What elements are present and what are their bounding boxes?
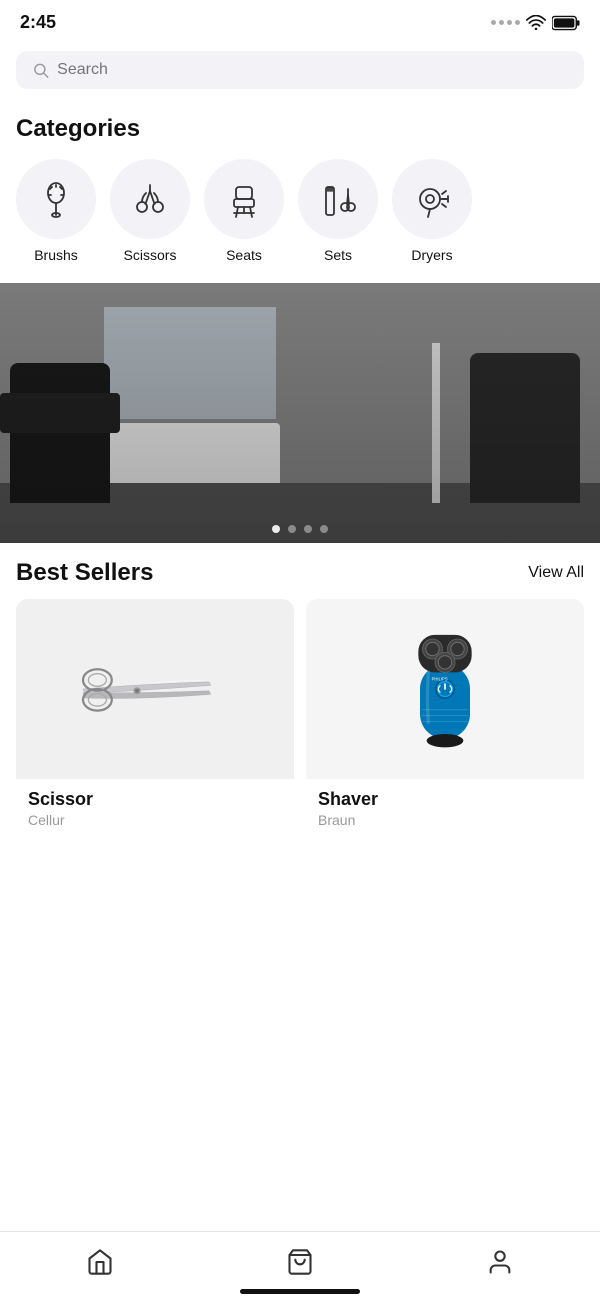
svg-text:PHILIPS: PHILIPS (432, 677, 448, 682)
home-indicator (240, 1289, 360, 1294)
category-item-sets[interactable]: Sets (298, 159, 378, 263)
wifi-icon (526, 15, 546, 31)
category-circle-seats (204, 159, 284, 239)
banner-dot-3[interactable] (304, 525, 312, 533)
best-sellers-title: Best Sellers (16, 559, 153, 587)
category-label-dryers: Dryers (411, 247, 452, 263)
category-circle-scissors (110, 159, 190, 239)
category-circle-sets (298, 159, 378, 239)
cart-icon (286, 1248, 314, 1276)
shaver-product-name: Shaver (318, 789, 572, 810)
product-card-scissor[interactable]: Scissor Cellur (16, 599, 294, 840)
search-bar[interactable] (16, 51, 584, 89)
scissor-product-brand: Cellur (28, 812, 282, 828)
search-input[interactable] (57, 61, 568, 79)
battery-icon (552, 15, 580, 31)
product-card-shaver[interactable]: PHILIPS Shaver Braun (306, 599, 584, 840)
categories-row: Brushs Scissors (0, 159, 600, 283)
scissor-product-name: Scissor (28, 789, 282, 810)
category-item-scissors[interactable]: Scissors (110, 159, 190, 263)
nav-item-home[interactable] (62, 1244, 138, 1280)
nav-item-profile[interactable] (462, 1244, 538, 1280)
banner-dot-2[interactable] (288, 525, 296, 533)
shaver-product-info: Shaver Braun (306, 779, 584, 840)
product-image-scissor (16, 599, 294, 779)
category-label-scissors: Scissors (124, 247, 177, 263)
scissor-product-info: Scissor Cellur (16, 779, 294, 840)
category-item-seats[interactable]: Seats (204, 159, 284, 263)
status-icons (491, 15, 580, 31)
profile-icon (486, 1248, 514, 1276)
banner-image (0, 283, 600, 543)
search-bar-wrap (0, 41, 600, 105)
category-circle-brushes (16, 159, 96, 239)
status-time: 2:45 (20, 12, 56, 33)
best-sellers-header: Best Sellers View All (0, 543, 600, 599)
banner-dots (272, 525, 328, 533)
scissor-product-image (65, 644, 245, 734)
category-item-dryers[interactable]: Dryers (392, 159, 472, 263)
category-circle-dryers (392, 159, 472, 239)
shaver-product-image: PHILIPS (395, 619, 495, 759)
status-bar: 2:45 (0, 0, 600, 41)
nav-item-cart[interactable] (262, 1244, 338, 1280)
products-grid: Scissor Cellur (0, 599, 600, 940)
banner-dot-4[interactable] (320, 525, 328, 533)
shaver-product-brand: Braun (318, 812, 572, 828)
category-label-seats: Seats (226, 247, 262, 263)
view-all-button[interactable]: View All (528, 564, 584, 582)
search-icon (32, 61, 49, 79)
categories-title: Categories (0, 105, 600, 159)
category-item-brushes[interactable]: Brushs (16, 159, 96, 263)
category-label-sets: Sets (324, 247, 352, 263)
product-image-shaver: PHILIPS (306, 599, 584, 779)
category-label-brushes: Brushs (34, 247, 78, 263)
signal-icon (491, 20, 520, 25)
home-icon (86, 1248, 114, 1276)
banner-dot-1[interactable] (272, 525, 280, 533)
